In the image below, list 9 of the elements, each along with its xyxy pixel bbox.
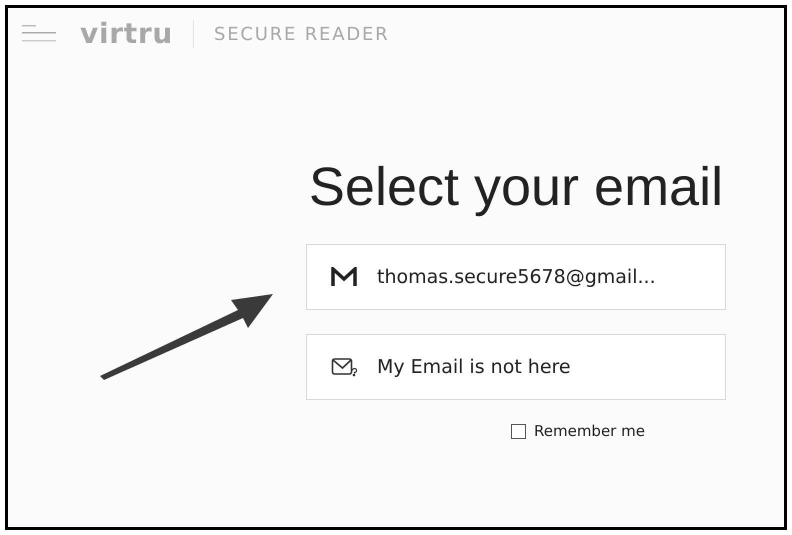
- logo: virtru: [80, 16, 173, 52]
- email-option-button[interactable]: thomas.secure5678@gmail...: [306, 244, 726, 310]
- envelope-question-icon: [331, 356, 357, 378]
- page-title: Select your email: [308, 160, 724, 214]
- product-name: SECURE READER: [214, 22, 390, 46]
- remember-label: Remember me: [534, 421, 645, 442]
- email-option-button[interactable]: My Email is not here: [306, 334, 726, 400]
- gmail-icon: [331, 267, 357, 287]
- remember-checkbox[interactable]: [511, 424, 526, 439]
